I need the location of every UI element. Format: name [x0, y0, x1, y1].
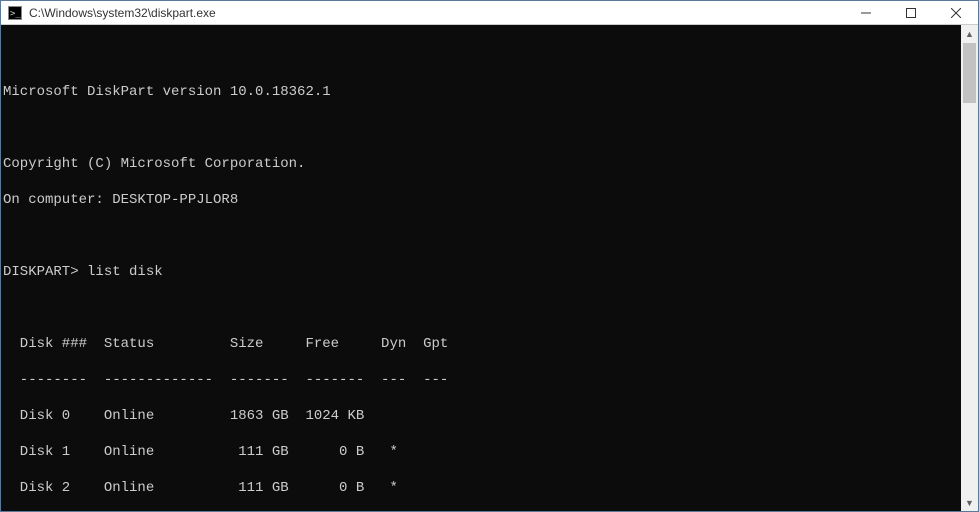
- diskpart-window: >_ C:\Windows\system32\diskpart.exe Micr…: [0, 0, 979, 512]
- window-title: C:\Windows\system32\diskpart.exe: [29, 6, 843, 20]
- terminal-output[interactable]: Microsoft DiskPart version 10.0.18362.1 …: [1, 25, 961, 511]
- minimize-button[interactable]: [843, 1, 888, 24]
- table-row: Disk 2 Online 111 GB 0 B *: [3, 479, 959, 497]
- table-row: Disk 1 Online 111 GB 0 B *: [3, 443, 959, 461]
- vertical-scrollbar[interactable]: ▲ ▼: [961, 25, 978, 511]
- terminal-line: Copyright (C) Microsoft Corporation.: [3, 155, 959, 173]
- scroll-up-arrow-icon[interactable]: ▲: [961, 25, 978, 42]
- content-area: Microsoft DiskPart version 10.0.18362.1 …: [1, 25, 978, 511]
- table-divider: -------- ------------- ------- ------- -…: [3, 371, 959, 389]
- terminal-line: Microsoft DiskPart version 10.0.18362.1: [3, 83, 959, 101]
- terminal-line: On computer: DESKTOP-PPJLOR8: [3, 191, 959, 209]
- table-row: Disk 0 Online 1863 GB 1024 KB: [3, 407, 959, 425]
- window-controls: [843, 1, 978, 24]
- scrollbar-thumb[interactable]: [963, 43, 976, 103]
- terminal-line: [3, 119, 959, 137]
- terminal-line: [3, 299, 959, 317]
- table-header: Disk ### Status Size Free Dyn Gpt: [3, 335, 959, 353]
- cmd-icon: >_: [7, 5, 23, 21]
- close-button[interactable]: [933, 1, 978, 24]
- terminal-line: [3, 47, 959, 65]
- terminal-prompt: DISKPART> list disk: [3, 263, 959, 281]
- maximize-button[interactable]: [888, 1, 933, 24]
- svg-text:>_: >_: [10, 9, 21, 19]
- scroll-down-arrow-icon[interactable]: ▼: [961, 494, 978, 511]
- titlebar[interactable]: >_ C:\Windows\system32\diskpart.exe: [1, 1, 978, 25]
- terminal-line: [3, 227, 959, 245]
